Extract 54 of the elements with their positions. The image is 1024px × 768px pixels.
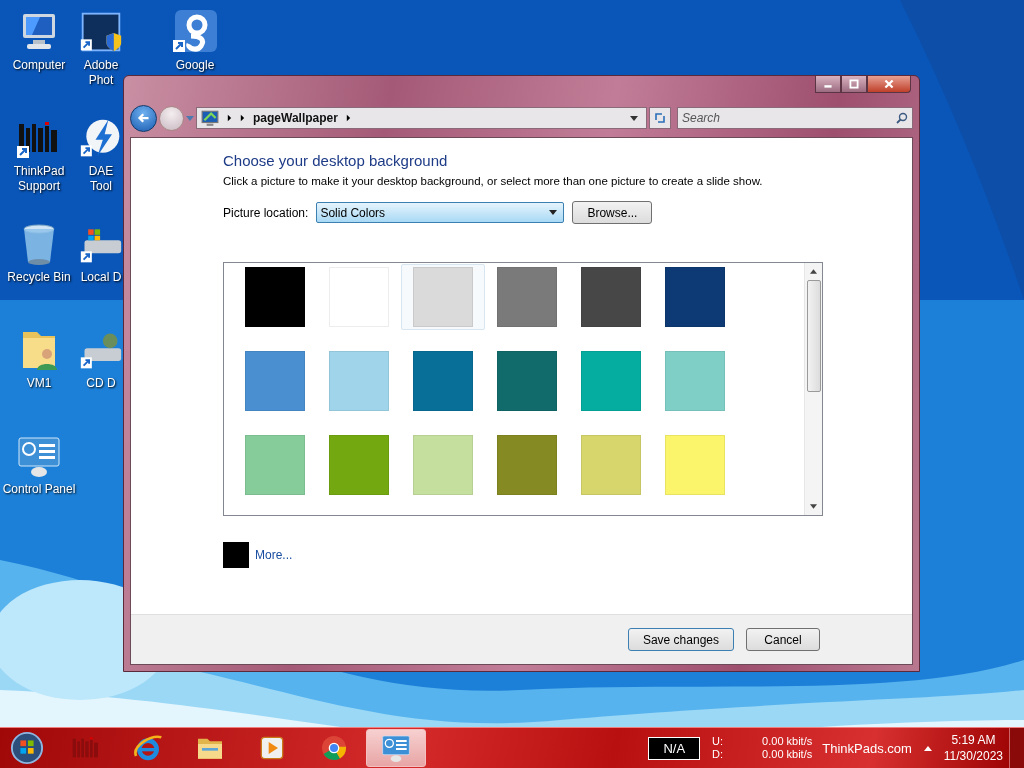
- back-button[interactable]: [130, 104, 157, 132]
- scroll-up-arrow-icon[interactable]: [810, 269, 817, 274]
- icon-label[interactable]: CD D: [86, 376, 116, 391]
- show-desktop-button[interactable]: [1009, 728, 1024, 768]
- icon-label[interactable]: VM1: [26, 376, 52, 391]
- battery-indicator: N/A: [648, 736, 701, 760]
- network-label: U:: [712, 735, 725, 748]
- network-label: D:: [712, 748, 725, 761]
- maximize-icon: [848, 79, 860, 89]
- tray-caret-icon[interactable]: [923, 745, 932, 751]
- close-button[interactable]: [867, 76, 911, 93]
- search-field[interactable]: Search: [677, 107, 913, 129]
- icon-label[interactable]: ThinkPad: [13, 164, 65, 179]
- dialog-button[interactable]: Save changes: [627, 628, 734, 651]
- page-description: Click a picture to make it your desktop background, or select more than one picture to create a slide show.: [223, 175, 764, 187]
- chevron-icon[interactable]: [345, 114, 351, 122]
- icon-label[interactable]: DAE: [88, 164, 114, 179]
- dropdown-caret-icon[interactable]: [630, 115, 638, 121]
- breadcrumb[interactable]: pageWallpaper: [253, 111, 338, 125]
- icon-label[interactable]: Control Panel: [2, 482, 76, 497]
- icon-label[interactable]: Recycle Bin: [7, 270, 71, 285]
- taskbar-app-button[interactable]: [366, 729, 426, 767]
- icon-label[interactable]: Tool: [90, 179, 112, 194]
- maximize-button[interactable]: [841, 76, 867, 93]
- icon-label[interactable]: Support: [17, 179, 60, 194]
- search-icon: [896, 112, 908, 124]
- icon-label[interactable]: Adobe: [83, 58, 119, 73]
- page-heading: Choose your desktop background: [223, 152, 449, 169]
- icon-label[interactable]: Local D: [80, 270, 122, 285]
- more-link[interactable]: More...: [255, 548, 293, 562]
- scrollbar[interactable]: [804, 263, 822, 515]
- icon-label[interactable]: Phot: [88, 73, 114, 88]
- site-label: ThinkPads.com: [822, 740, 912, 756]
- network-speed: 0.00 kbit/s: [762, 735, 813, 748]
- dialog-button[interactable]: Cancel: [746, 628, 820, 651]
- refresh-button[interactable]: [649, 107, 671, 129]
- close-icon: [883, 79, 895, 89]
- picture-location-dropdown[interactable]: Solid Colors: [316, 202, 565, 223]
- dropdown-caret-icon: [549, 210, 558, 215]
- control-panel-icon: [380, 732, 412, 764]
- display-icon: [201, 110, 219, 126]
- icon-label[interactable]: Computer: [12, 58, 66, 73]
- refresh-icon: [652, 110, 668, 126]
- clock[interactable]: 5:19 AM 11/30/2023: [943, 732, 1003, 764]
- swatch-tile[interactable]: [401, 264, 485, 330]
- browse-button[interactable]: Browse...: [572, 201, 653, 224]
- scroll-down-arrow-icon[interactable]: [810, 504, 817, 509]
- color-swatch[interactable]: [223, 542, 249, 568]
- photo-editor-icon: [79, 10, 123, 54]
- field-label: Picture location:: [223, 205, 309, 220]
- icon-label[interactable]: Google: [175, 58, 215, 73]
- address-bar[interactable]: pageWallpaper: [196, 107, 647, 129]
- network-speed: 0.00 kbit/s: [762, 748, 813, 761]
- minimize-button[interactable]: [815, 76, 841, 93]
